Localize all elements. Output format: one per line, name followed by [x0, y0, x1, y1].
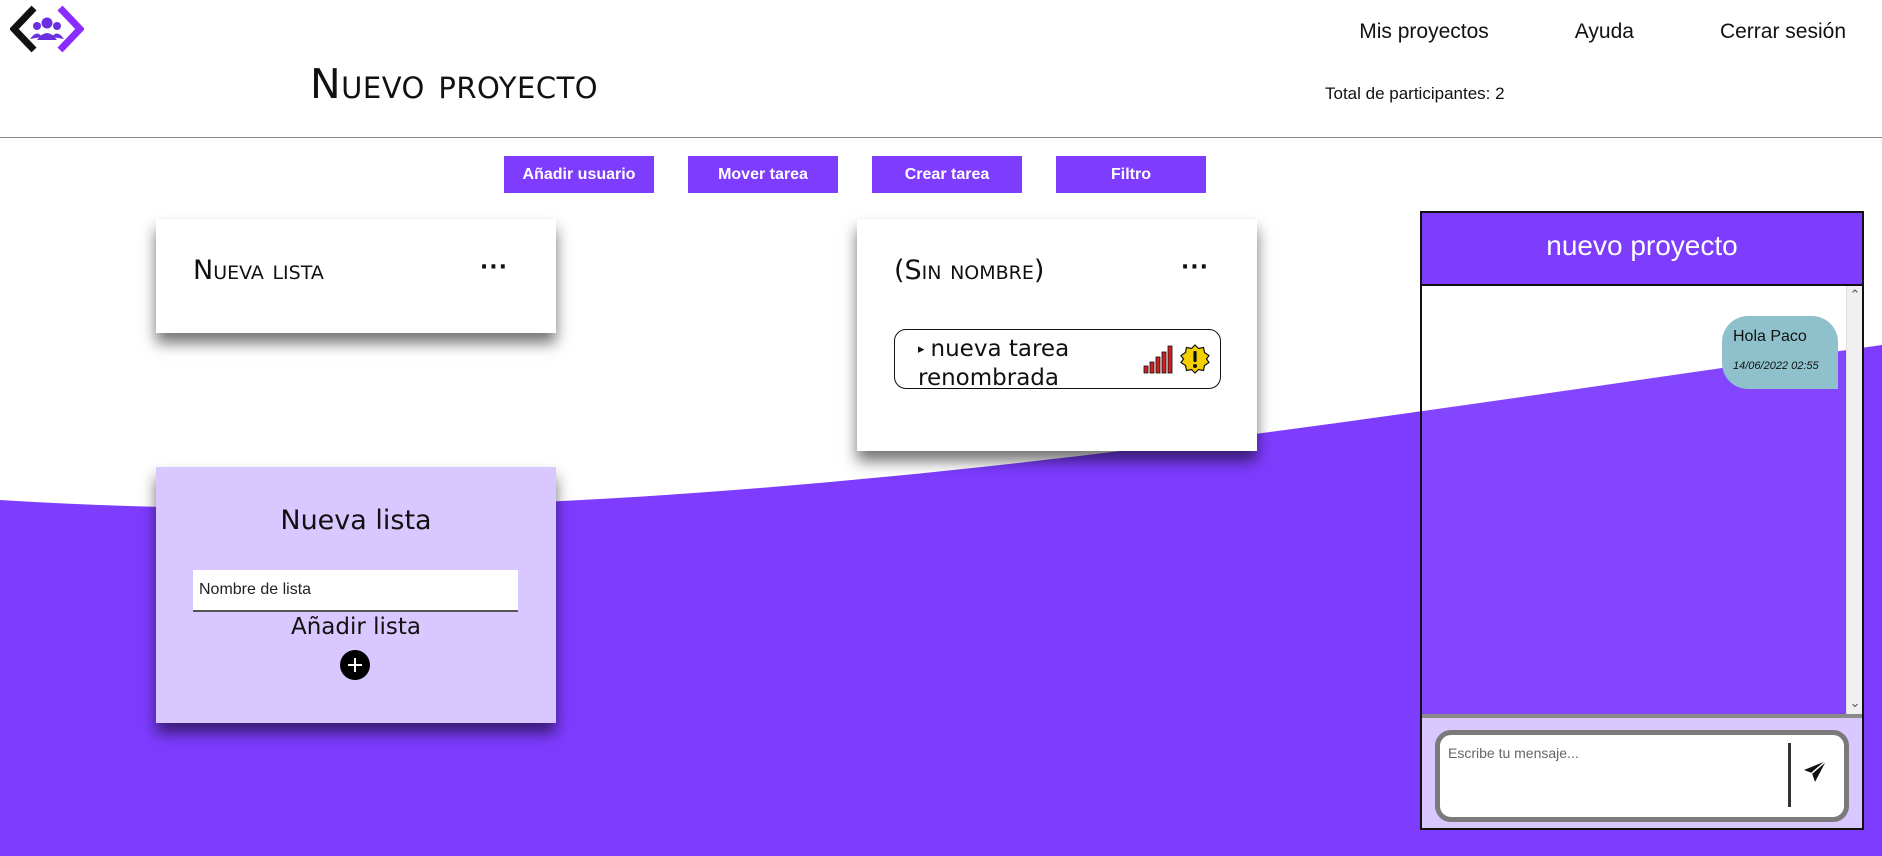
chat-scrollbar[interactable]: ⌃ ⌄ — [1846, 286, 1862, 714]
create-task-button[interactable]: Crear tarea — [872, 156, 1022, 193]
add-user-button[interactable]: Añadir usuario — [504, 156, 654, 193]
header-divider — [0, 137, 1882, 138]
task-item[interactable]: ▸ nueva tarea renombrada — [894, 329, 1221, 391]
signal-bars-icon — [1143, 345, 1173, 374]
chat-message: Hola Paco 14/06/2022 02:55 — [1722, 316, 1838, 389]
plus-icon[interactable] — [340, 650, 370, 680]
send-icon[interactable] — [1802, 759, 1828, 785]
participants-count: Total de participantes: 2 — [1325, 84, 1505, 103]
chat-footer — [1422, 714, 1862, 828]
list-title: (Sin nombre) — [894, 255, 1045, 286]
chat-message-input[interactable] — [1448, 745, 1778, 805]
page-title: Nuevo proyecto — [310, 60, 599, 108]
warning-icon — [1180, 344, 1210, 374]
logo-icon[interactable] — [10, 4, 84, 54]
list-name-input[interactable] — [193, 570, 518, 612]
list-menu-button[interactable]: ··· — [1181, 257, 1209, 279]
task-label: ▸ nueva tarea renombrada — [918, 335, 1098, 393]
message-text: Hola Paco — [1733, 328, 1807, 345]
list-card: Nueva lista ··· — [156, 219, 556, 333]
message-timestamp: 14/06/2022 02:55 — [1733, 360, 1819, 372]
new-list-card: Nueva lista Añadir lista — [156, 467, 556, 723]
chat-panel: nuevo proyecto Hola Paco 14/06/2022 02:5… — [1420, 211, 1864, 830]
chat-messages[interactable]: Hola Paco 14/06/2022 02:55 ⌃ ⌄ — [1422, 286, 1862, 714]
task-label-text: nueva tarea renombrada — [918, 336, 1070, 391]
filter-button[interactable]: Filtro — [1056, 156, 1206, 193]
chat-title: nuevo proyecto — [1422, 213, 1862, 286]
expand-triangle-icon[interactable]: ▸ — [918, 342, 925, 357]
nav-my-projects-link[interactable]: Mis proyectos — [1359, 20, 1489, 44]
new-list-title: Nueva lista — [280, 505, 432, 536]
list-card: (Sin nombre) ··· ▸ nueva tarea renombrada — [857, 219, 1257, 451]
nav-logout-link[interactable]: Cerrar sesión — [1720, 20, 1846, 44]
toolbar: Añadir usuario Mover tarea Crear tarea F… — [504, 156, 1206, 193]
scroll-down-icon[interactable]: ⌄ — [1847, 696, 1863, 712]
nav-help-link[interactable]: Ayuda — [1575, 20, 1634, 44]
move-task-button[interactable]: Mover tarea — [688, 156, 838, 193]
top-nav: Mis proyectos Ayuda Cerrar sesión — [1359, 20, 1846, 44]
list-title: Nueva lista — [193, 255, 324, 286]
list-menu-button[interactable]: ··· — [480, 257, 508, 279]
add-list-button[interactable]: Añadir lista — [156, 614, 556, 640]
chat-input-box — [1435, 730, 1849, 822]
scroll-up-icon[interactable]: ⌃ — [1847, 288, 1863, 304]
chat-input-divider — [1788, 743, 1791, 807]
